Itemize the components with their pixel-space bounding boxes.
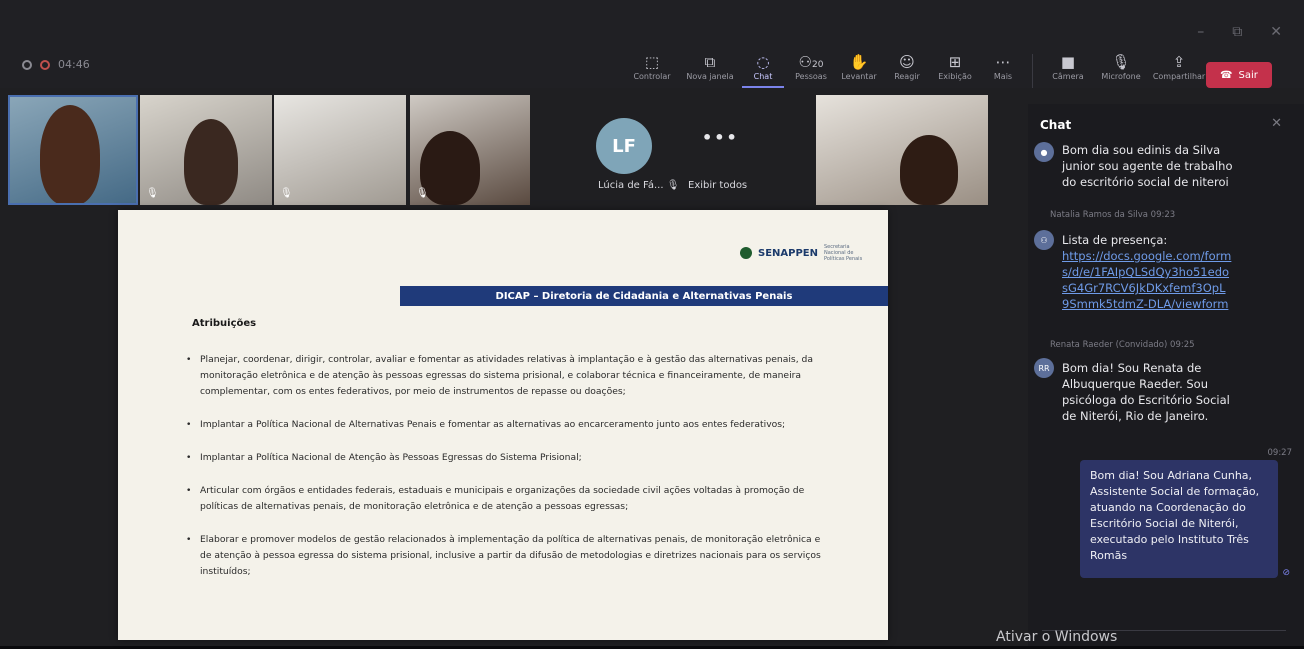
slide-brand: SENAPPEN Secretaria Nacional de Política… xyxy=(740,244,864,262)
show-all-button[interactable]: Exibir todos xyxy=(688,180,747,191)
shared-slide: SENAPPEN Secretaria Nacional de Política… xyxy=(118,210,888,640)
muted-mic-icon: 🎙︎ xyxy=(280,188,293,199)
close-icon[interactable]: ✕ xyxy=(1271,116,1282,131)
view-button[interactable]: ⊞ Exibição xyxy=(934,52,976,88)
slide-bullet: Implantar a Política Nacional de Atenção… xyxy=(182,450,822,466)
leave-button[interactable]: ☎ Sair xyxy=(1206,62,1272,88)
people-button[interactable]: ⚇20 Pessoas xyxy=(790,52,832,88)
video-tile[interactable] xyxy=(8,95,138,205)
user-avatar: RR xyxy=(1034,358,1054,378)
raise-hand-icon: ✋ xyxy=(849,53,869,71)
participant-avatar[interactable]: LF xyxy=(596,118,652,174)
slide-bullet: Planejar, coordenar, dirigir, controlar,… xyxy=(182,352,822,400)
raise-hand-button[interactable]: ✋ Levantar xyxy=(838,52,880,88)
participant-video xyxy=(40,105,100,203)
more-participants-icon[interactable]: ••• xyxy=(702,128,739,147)
meeting-top-bar: 04:46 – ⧉ ✕ ⬚ Controlar ⧉ Nova janela ◌ Cha… xyxy=(0,0,1304,88)
slide-bullet: Elaborar e promover modelos de gestão re… xyxy=(182,532,822,580)
muted-mic-icon: 🎙︎ xyxy=(666,180,680,191)
share-button[interactable]: ⇪ Compartilhar xyxy=(1153,52,1205,88)
teams-meeting-window: 04:46 – ⧉ ✕ ⬚ Controlar ⧉ Nova janela ◌ Cha… xyxy=(0,0,1304,646)
react-icon: ☺ xyxy=(899,53,915,71)
new-window-icon: ⧉ xyxy=(704,53,716,71)
video-tile[interactable] xyxy=(816,95,988,205)
camera-button[interactable]: ■ Câmera xyxy=(1047,52,1089,88)
participant-name: Lúcia de Fá... 🎙︎ xyxy=(598,180,680,191)
forms-link[interactable]: https://docs.google.com/forms/d/e/1FAIpQ… xyxy=(1062,249,1231,311)
meeting-toolbar: ⬚ Controlar ⧉ Nova janela ◌ Chat ⚇20 Pessoas… xyxy=(626,52,1211,88)
record-icon xyxy=(40,59,50,70)
view-icon: ⊞ xyxy=(948,53,962,71)
microphone-icon: 🎙︎ xyxy=(1111,53,1131,71)
government-seal-icon xyxy=(740,247,752,259)
control-button[interactable]: ⬚ Controlar xyxy=(626,52,678,88)
participant-video xyxy=(420,131,480,205)
new-window-button[interactable]: ⧉ Nova janela xyxy=(684,52,736,88)
message-time: 09:27 xyxy=(1267,448,1293,458)
more-icon: ⋯ xyxy=(995,53,1011,71)
slide-bullet: Articular com órgãos e entidades federai… xyxy=(182,483,822,515)
message-meta: Renata Raeder (Convidado) 09:25 xyxy=(1050,340,1195,350)
windows-activation-watermark: Ativar o Windows xyxy=(996,629,1118,645)
slide-bullet: Implantar a Política Nacional de Alterna… xyxy=(182,417,822,433)
video-tile[interactable]: 🎙︎ xyxy=(140,95,272,205)
meeting-timer: 04:46 xyxy=(22,58,90,71)
chat-message: Bom dia sou edinis da Silva junior sou a… xyxy=(1062,143,1233,189)
chat-panel: Chat ✕ ● Bom dia sou edinis da Silva jun… xyxy=(1028,104,1304,646)
people-icon: ⚇20 xyxy=(798,53,824,71)
user-avatar: ⚇ xyxy=(1034,230,1054,250)
slide-title: DICAP – Diretoria de Cidadania e Alterna… xyxy=(400,286,888,306)
chat-message: Lista de presença: https://docs.google.c… xyxy=(1062,233,1232,311)
brand-subtitle: Secretaria Nacional de Políticas Penais xyxy=(824,244,863,262)
toolbar-divider xyxy=(1032,54,1033,88)
muted-mic-icon: 🎙︎ xyxy=(416,188,429,199)
chat-message: Bom dia! Sou Renata de Albuquerque Raede… xyxy=(1062,361,1230,423)
user-avatar: ● xyxy=(1034,142,1054,162)
share-icon: ⇪ xyxy=(1172,53,1186,71)
window-controls: – ⧉ ✕ xyxy=(1197,24,1282,40)
slide-section-heading: Atribuições xyxy=(192,318,257,329)
chat-title: Chat xyxy=(1040,118,1072,132)
close-icon[interactable]: ✕ xyxy=(1270,24,1282,40)
chat-icon: ◌ xyxy=(756,53,770,71)
my-chat-message: Bom dia! Sou Adriana Cunha, Assistente S… xyxy=(1080,460,1278,578)
phone-icon: ☎ xyxy=(1220,69,1233,81)
muted-mic-icon: 🎙︎ xyxy=(146,188,159,199)
seen-icon: ⊘ xyxy=(1282,568,1290,578)
participant-count: 20 xyxy=(812,60,824,70)
elapsed-time: 04:46 xyxy=(58,58,90,71)
minimize-icon[interactable]: – xyxy=(1197,24,1204,40)
react-button[interactable]: ☺ Reagir xyxy=(886,52,928,88)
video-tile[interactable]: 🎙︎ xyxy=(410,95,530,205)
participant-video xyxy=(184,119,238,205)
camera-icon: ■ xyxy=(1060,53,1076,71)
restore-icon[interactable]: ⧉ xyxy=(1232,24,1242,40)
shield-icon xyxy=(22,59,32,70)
brand-name: SENAPPEN xyxy=(758,247,818,259)
chat-button[interactable]: ◌ Chat xyxy=(742,52,784,88)
control-icon: ⬚ xyxy=(644,53,660,71)
microphone-button[interactable]: 🎙︎ Microfone xyxy=(1095,52,1147,88)
slide-bullet-list: Planejar, coordenar, dirigir, controlar,… xyxy=(182,352,822,597)
more-button[interactable]: ⋯ Mais xyxy=(982,52,1024,88)
video-tile[interactable]: 🎙︎ xyxy=(274,95,406,205)
message-meta: Natalia Ramos da Silva 09:23 xyxy=(1050,210,1176,220)
video-gallery: 🎙︎ 🎙︎ 🎙︎ xyxy=(0,95,1020,210)
participant-video xyxy=(900,135,958,205)
